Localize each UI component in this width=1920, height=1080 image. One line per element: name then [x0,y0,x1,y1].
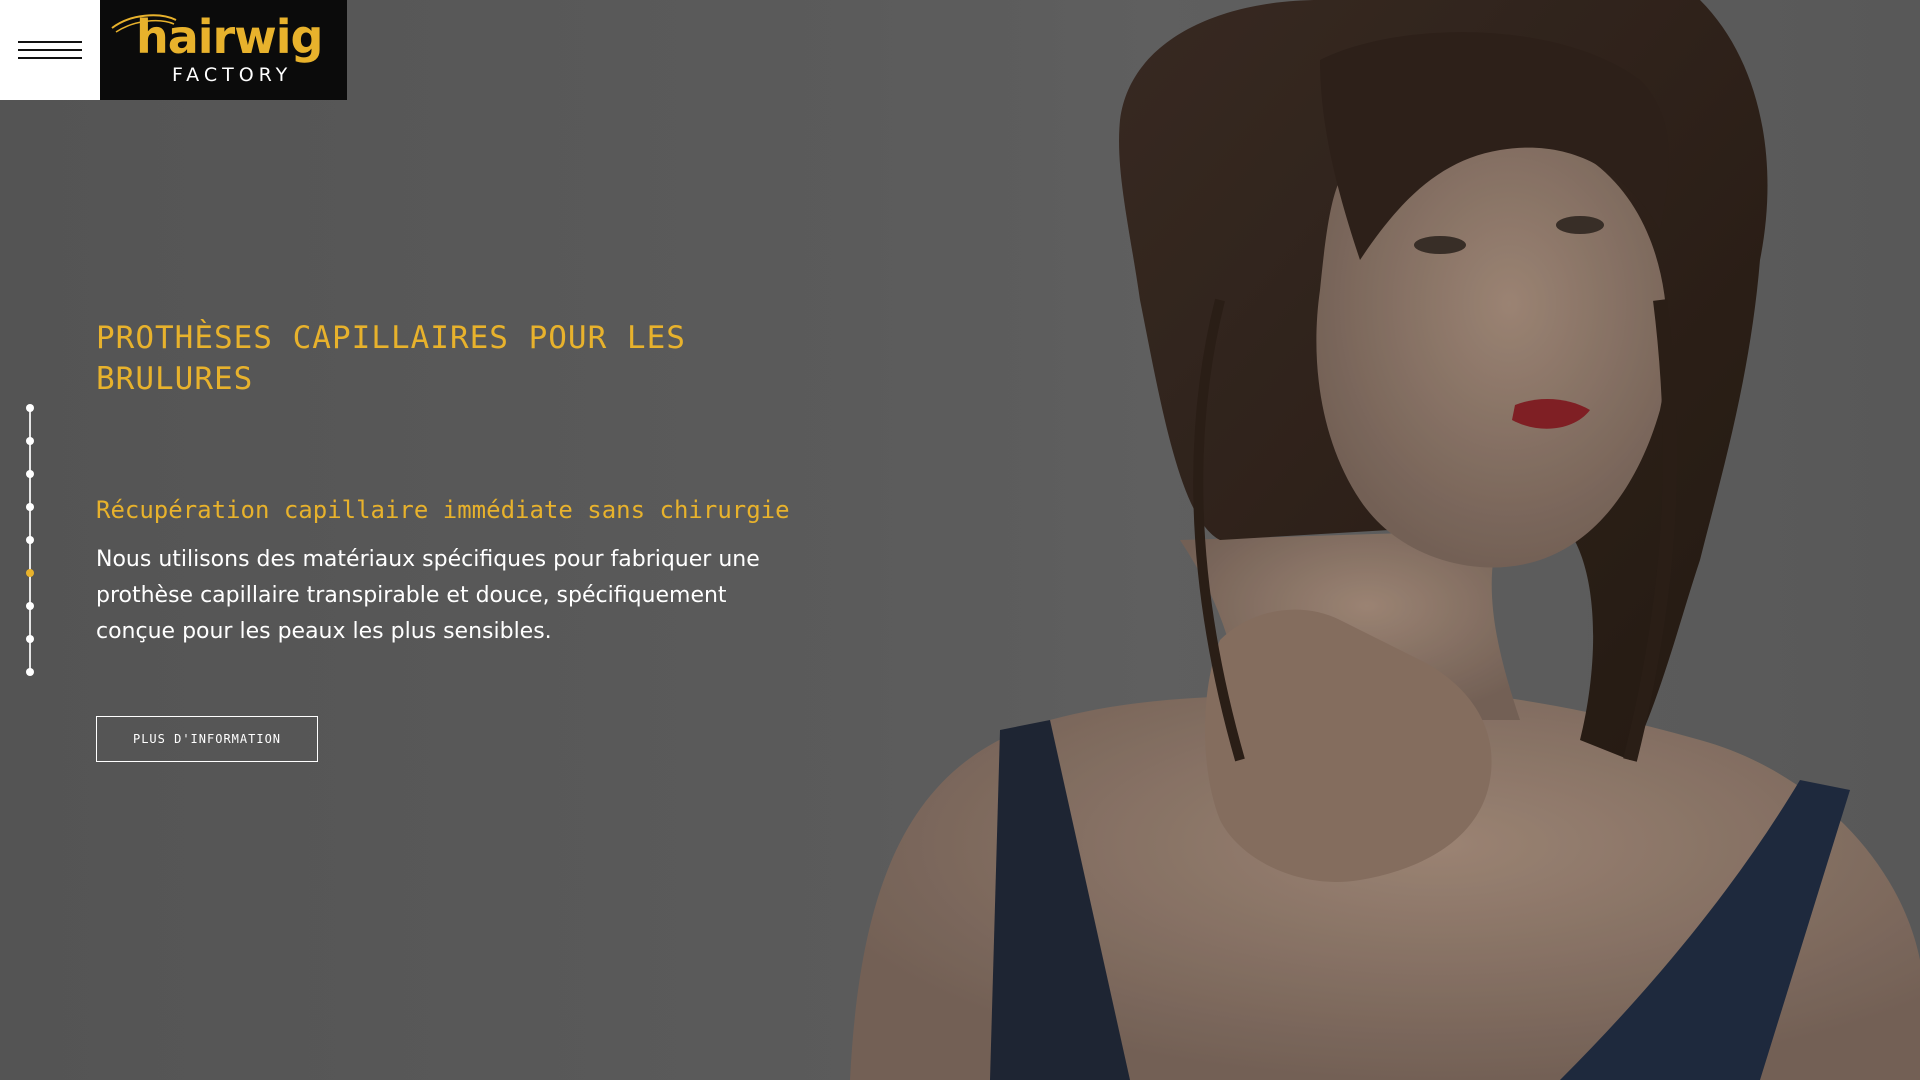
slider-dot-7[interactable] [26,602,34,610]
hero-content: PROTHÈSES CAPILLAIRES POUR LES BRULURES … [96,318,816,644]
slider-dot-5[interactable] [26,536,34,544]
logo-subtitle: FACTORY [172,64,293,86]
hero-description: Nous utilisons des matériaux spécifiques… [96,547,760,644]
logo-wordmark: hairwig [136,10,323,64]
site-logo[interactable]: hairwig FACTORY [100,0,347,100]
slider-dot-3[interactable] [26,470,34,478]
slider-pagination [24,400,36,680]
hero-image [800,0,1920,1080]
slider-dot-4[interactable] [26,503,34,511]
slider-dot-9[interactable] [26,668,34,676]
hamburger-menu-icon-bar [18,49,82,51]
page: hairwig FACTORY PROTHÈSES CAPILLAIRES PO… [0,0,1920,1080]
hamburger-menu-icon [18,41,82,43]
more-info-button[interactable]: PLUS D'INFORMATION [96,716,318,762]
slider-dot-8[interactable] [26,635,34,643]
slider-dot-1[interactable] [26,404,34,412]
slider-dot-6[interactable] [26,569,34,577]
hamburger-menu-icon-bar [18,57,82,59]
hamburger-menu-button[interactable] [0,0,100,100]
hero-subtitle: Récupération capillaire immédiate sans c… [96,496,790,524]
hero-title: PROTHÈSES CAPILLAIRES POUR LES BRULURES [96,320,686,397]
slider-dot-2[interactable] [26,437,34,445]
